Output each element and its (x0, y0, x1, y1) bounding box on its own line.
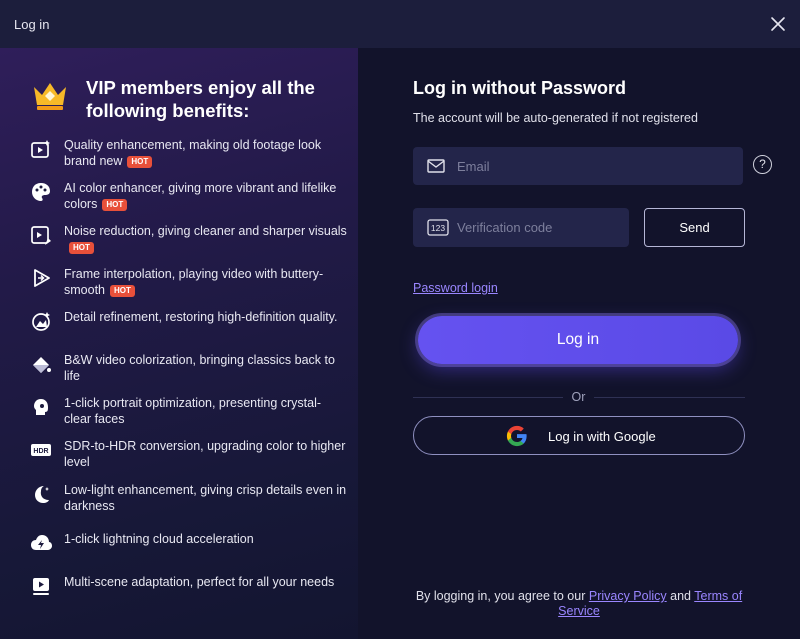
google-login-label: Log in with Google (548, 429, 656, 444)
benefit-text: Low-light enhancement, giving crisp deta… (64, 483, 347, 513)
login-title: Log in without Password (413, 78, 626, 98)
hot-badge: HOT (102, 199, 128, 211)
benefits-panel: VIP members enjoy all the following bene… (0, 48, 358, 639)
email-field[interactable] (413, 147, 743, 185)
terms-and: and (670, 589, 691, 603)
benefit-text: B&W video colorization, bringing classic… (64, 353, 335, 383)
password-login-link[interactable]: Password login (413, 281, 498, 295)
palette-icon (32, 183, 50, 201)
send-code-button[interactable]: Send (644, 208, 745, 247)
benefit-text: 1-click lightning cloud acceleration (64, 532, 254, 546)
portrait-icon (34, 399, 48, 415)
benefit-text: Noise reduction, giving cleaner and shar… (64, 224, 347, 238)
video-enhance-icon (31, 140, 50, 158)
hot-badge: HOT (69, 242, 94, 254)
benefit-text: Multi-scene adaptation, perfect for all … (64, 575, 335, 589)
multi-scene-icon (33, 578, 49, 595)
title-bar: Log in (0, 0, 800, 48)
close-icon[interactable] (768, 14, 788, 34)
verification-code-input[interactable] (457, 208, 623, 247)
benefit-text: Quality enhancement, making old footage … (64, 138, 322, 168)
mail-icon (427, 159, 445, 173)
help-icon[interactable]: ? (753, 155, 772, 174)
frame-interpolation-icon (34, 269, 50, 287)
colorize-icon (33, 357, 51, 373)
login-subtitle: The account will be auto-generated if no… (413, 111, 698, 125)
google-login-button[interactable]: Log in with Google (413, 416, 745, 455)
login-button[interactable]: Log in (418, 316, 738, 364)
svg-text:123: 123 (431, 223, 445, 233)
benefit-text: 1-click portrait optimization, presentin… (64, 396, 322, 426)
divider-right (594, 397, 745, 398)
login-panel: Log in without Password The account will… (358, 48, 800, 639)
benefits-heading: VIP members enjoy all the following bene… (86, 77, 315, 121)
noise-reduction-icon (31, 226, 51, 245)
benefit-text: Detail refinement, restoring high-defini… (64, 310, 338, 324)
email-input[interactable] (457, 147, 737, 185)
terms-prefix: By logging in, you agree to our (415, 589, 586, 603)
or-separator: Or (571, 390, 586, 404)
verification-code-field[interactable]: 123 (413, 208, 629, 247)
detail-refine-icon (32, 312, 50, 331)
cloud-lightning-icon (31, 535, 52, 550)
window-title: Log in (14, 17, 50, 32)
privacy-policy-link[interactable]: Privacy Policy (589, 589, 667, 603)
hot-badge: HOT (110, 285, 135, 297)
divider-left (413, 397, 563, 398)
google-icon (506, 425, 527, 447)
terms-notice: By logging in, you agree to our Privacy … (403, 589, 755, 619)
moon-icon (35, 486, 49, 503)
svg-text:HDR: HDR (33, 448, 48, 455)
numeric-code-icon: 123 (427, 219, 449, 236)
benefit-text: SDR-to-HDR conversion, upgrading color t… (64, 439, 346, 469)
hot-badge: HOT (127, 156, 153, 168)
crown-icon (34, 83, 66, 110)
hdr-icon: HDR (31, 444, 51, 456)
benefit-text: Frame interpolation, playing video with … (64, 267, 324, 297)
